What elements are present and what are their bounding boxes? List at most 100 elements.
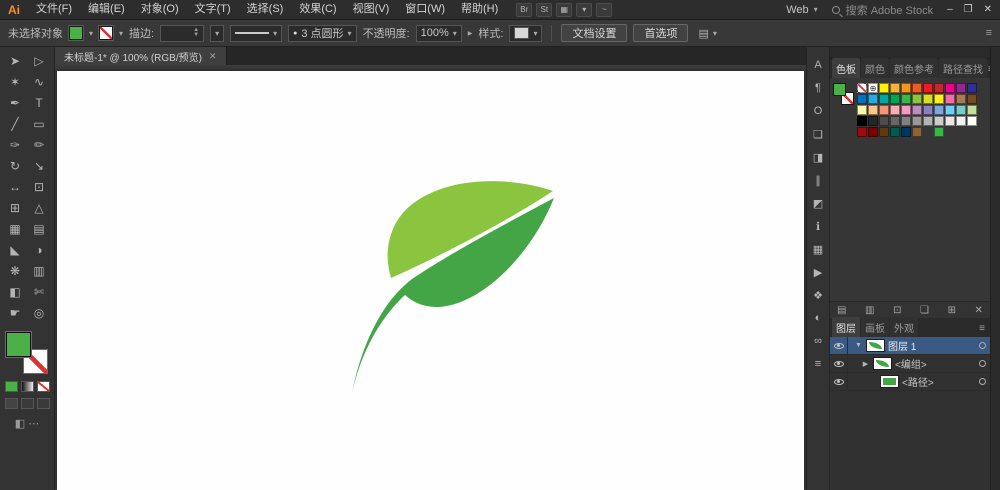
character-panel-icon[interactable]: A — [808, 55, 829, 75]
line-segment-tool[interactable]: ╱ — [3, 113, 27, 134]
control-bar-options-icon[interactable]: ▤ ▾ — [694, 25, 720, 42]
arrange-documents-icon[interactable]: ▦ — [556, 2, 573, 17]
swatch-options-button[interactable]: ⊡ — [893, 305, 901, 316]
swatch[interactable] — [857, 105, 867, 115]
swatch[interactable] — [879, 116, 889, 126]
preferences-button[interactable]: 首选项 — [633, 24, 689, 42]
swatch[interactable] — [945, 105, 955, 115]
draw-behind-button[interactable] — [20, 398, 34, 409]
swatch[interactable] — [868, 94, 878, 104]
swatch[interactable] — [956, 83, 966, 93]
swatch[interactable] — [967, 116, 977, 126]
swatch[interactable] — [857, 83, 867, 93]
swatch[interactable] — [868, 105, 878, 115]
swatch[interactable] — [923, 116, 933, 126]
swatch[interactable] — [912, 116, 922, 126]
mesh-tool[interactable]: ▦ — [3, 218, 27, 239]
workspace-switcher[interactable]: Web ▾ — [786, 4, 817, 16]
swatch[interactable] — [967, 105, 977, 115]
swatch-libraries-menu-button[interactable]: ▤ — [837, 305, 846, 316]
width-tool[interactable]: ↔ — [3, 176, 27, 197]
transform-panel-icon[interactable]: ◨ — [808, 147, 829, 167]
menu-item-effect[interactable]: 效果(C) — [291, 0, 344, 19]
delete-swatch-button[interactable]: ✕ — [975, 305, 983, 316]
appearance-panel-icon[interactable]: ◐ — [808, 308, 829, 328]
swatch[interactable] — [857, 127, 867, 137]
swatch[interactable] — [923, 105, 933, 115]
close-button[interactable]: ✕ — [984, 4, 992, 15]
eyedropper-tool[interactable]: ◣ — [3, 239, 27, 260]
rotate-tool[interactable]: ↻ — [3, 155, 27, 176]
swatch[interactable] — [956, 116, 966, 126]
swatches-tab-1[interactable]: 色板 — [832, 58, 860, 78]
document-tab[interactable]: 未标题-1* @ 100% (RGB/预览) ✕ — [55, 47, 227, 65]
blend-tool[interactable]: ◑ — [27, 239, 51, 260]
swatch[interactable] — [945, 116, 955, 126]
swatch[interactable] — [967, 94, 977, 104]
opentype-panel-icon[interactable]: O — [808, 101, 829, 121]
direct-selection-tool[interactable]: ▷ — [27, 50, 51, 71]
swatches-tab-2[interactable]: 颜色 — [861, 58, 889, 78]
leaf-logo-artwork[interactable] — [57, 71, 804, 490]
visibility-toggle[interactable] — [830, 373, 848, 390]
layer-target-circle[interactable] — [979, 342, 986, 349]
gradient-tool[interactable]: ▤ — [27, 218, 51, 239]
new-color-group-button[interactable]: ❏ — [920, 305, 929, 316]
change-screen-mode-button[interactable]: ◧ ⋯ — [0, 417, 54, 430]
close-icon[interactable]: ✕ — [209, 51, 217, 62]
swatch[interactable] — [868, 116, 878, 126]
type-tool[interactable]: T — [27, 92, 51, 113]
swatches-tab-4[interactable]: 路径查找 — [939, 58, 987, 78]
none-mode-button[interactable] — [36, 381, 50, 392]
swatch[interactable] — [945, 83, 955, 93]
swatch[interactable] — [901, 127, 911, 137]
stroke-weight-stepper[interactable]: ▲ ▼ — [160, 24, 205, 42]
slice-tool[interactable]: ✄ — [27, 281, 51, 302]
graphic-styles-panel-icon[interactable]: ❖ — [808, 285, 829, 305]
selection-tool[interactable]: ➤ — [3, 50, 27, 71]
gradient-mode-button[interactable] — [20, 381, 34, 392]
restore-button[interactable]: ❐ — [964, 4, 973, 15]
menu-item-help[interactable]: 帮助(H) — [453, 0, 506, 19]
swatch[interactable] — [956, 105, 966, 115]
arrange-documents-chevron[interactable]: ▾ — [576, 2, 593, 17]
gpu-performance-icon[interactable]: ~ — [596, 2, 613, 17]
swatch[interactable] — [879, 83, 889, 93]
new-swatch-button[interactable]: ⊞ — [948, 305, 956, 316]
swatch[interactable] — [945, 94, 955, 104]
swatch[interactable] — [912, 105, 922, 115]
menu-item-window[interactable]: 窗口(W) — [397, 0, 453, 19]
width-profile-dropdown[interactable]: ▾ — [230, 24, 283, 42]
visibility-toggle[interactable] — [830, 337, 848, 354]
draw-inside-button[interactable] — [36, 398, 50, 409]
swatch[interactable] — [912, 83, 922, 93]
swatch[interactable] — [934, 127, 944, 137]
swatch[interactable] — [890, 94, 900, 104]
minimize-button[interactable]: – — [947, 4, 953, 15]
transparency-panel-icon[interactable]: ▦ — [808, 239, 829, 259]
control-bar-menu-icon[interactable]: ≡ — [986, 27, 992, 39]
perspective-grid-tool[interactable]: △ — [27, 197, 51, 218]
magic-wand-tool[interactable]: ✶ — [3, 71, 27, 92]
menu-item-select[interactable]: 选择(S) — [239, 0, 292, 19]
layers-tab-2[interactable]: 画板 — [861, 317, 889, 337]
swatch[interactable] — [934, 116, 944, 126]
layer-expand-toggle[interactable]: ▼ — [854, 342, 863, 349]
visibility-toggle[interactable] — [830, 355, 848, 372]
brush-definition-dropdown[interactable]: ● 3 点圆形 ▾ — [288, 24, 357, 42]
lasso-tool[interactable]: ∿ — [27, 71, 51, 92]
swatch-kinds-menu-button[interactable]: ▥ — [865, 305, 874, 316]
opacity-dropdown[interactable]: 100% ▾ — [415, 24, 462, 42]
draw-normal-button[interactable] — [4, 398, 18, 409]
shape-builder-tool[interactable]: ⊞ — [3, 197, 27, 218]
swatch[interactable] — [956, 94, 966, 104]
swatch[interactable] — [879, 127, 889, 137]
rectangle-tool[interactable]: ▭ — [27, 113, 51, 134]
swatch[interactable] — [857, 94, 867, 104]
swatch[interactable] — [901, 83, 911, 93]
pencil-tool[interactable]: ✏ — [27, 134, 51, 155]
symbol-sprayer-tool[interactable]: ❋ — [3, 260, 27, 281]
stock-icon[interactable]: St — [536, 2, 553, 17]
symbols-panel-icon[interactable]: ∞ — [808, 331, 829, 351]
free-transform-tool[interactable]: ⊡ — [27, 176, 51, 197]
